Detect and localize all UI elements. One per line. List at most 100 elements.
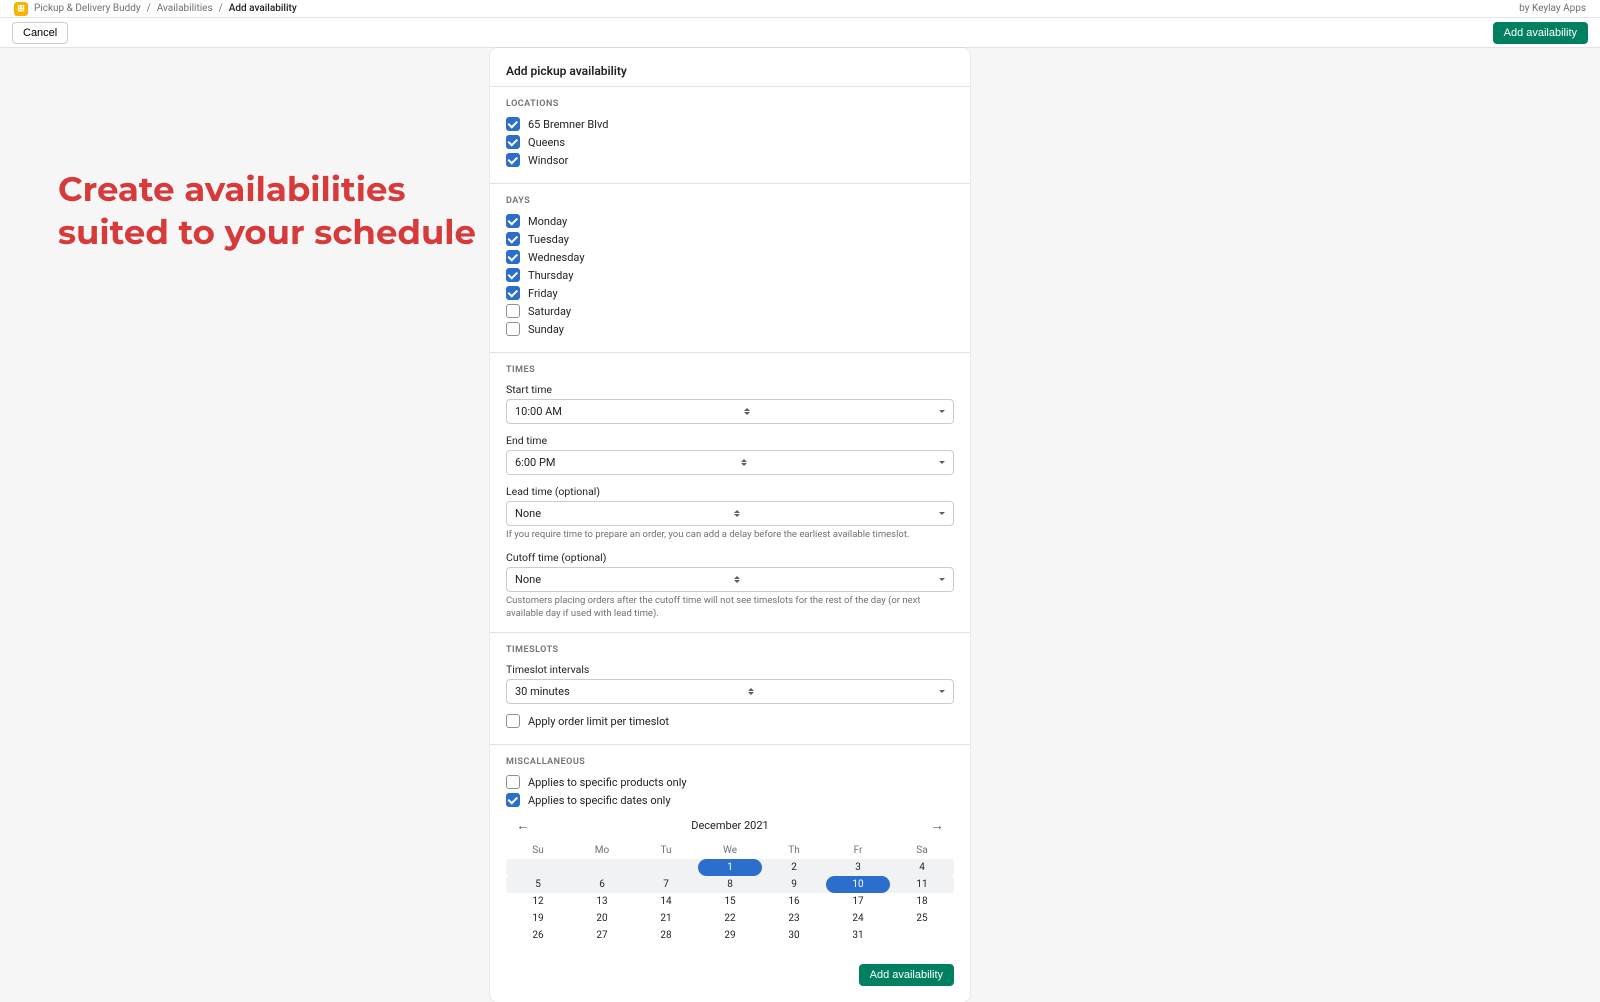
cal-day xyxy=(634,859,698,876)
end-time-select[interactable]: 6:00 PM xyxy=(506,450,954,475)
cutoff-time-help: Customers placing orders after the cutof… xyxy=(506,595,954,620)
location-label: Queens xyxy=(528,136,565,149)
cal-day[interactable]: 24 xyxy=(826,910,890,927)
calendar: ← December 2021 → SuMoTuWeThFrSa12345678… xyxy=(506,815,954,944)
cal-day[interactable]: 19 xyxy=(506,910,570,927)
cal-day[interactable]: 10 xyxy=(826,876,890,893)
start-time-label: Start time xyxy=(506,383,954,396)
day-checkbox[interactable] xyxy=(506,232,520,246)
day-checkbox[interactable] xyxy=(506,304,520,318)
cal-day[interactable]: 20 xyxy=(570,910,634,927)
location-label: 65 Bremner Blvd xyxy=(528,118,608,131)
caret-icon xyxy=(741,459,747,466)
cal-day[interactable]: 3 xyxy=(826,859,890,876)
day-label: Tuesday xyxy=(528,233,569,246)
cal-day[interactable]: 21 xyxy=(634,910,698,927)
cal-day[interactable]: 14 xyxy=(634,893,698,910)
crumb-app[interactable]: Pickup & Delivery Buddy xyxy=(34,3,141,14)
cal-dow: Sa xyxy=(890,842,954,859)
cal-day[interactable]: 4 xyxy=(890,859,954,876)
cal-day[interactable]: 8 xyxy=(698,876,762,893)
specific-dates-label: Applies to specific dates only xyxy=(528,794,671,807)
cal-day[interactable]: 22 xyxy=(698,910,762,927)
cal-day[interactable]: 2 xyxy=(762,859,826,876)
location-label: Windsor xyxy=(528,154,568,167)
cal-next-icon[interactable]: → xyxy=(924,815,950,836)
locations-section: Locations 65 Bremner Blvd Queens Windsor xyxy=(490,86,970,183)
interval-label: Timeslot intervals xyxy=(506,663,954,676)
add-availability-button-bottom[interactable]: Add availability xyxy=(859,964,954,986)
app-icon: ⊞ xyxy=(14,2,28,16)
crumb-availabilities[interactable]: Availabilities xyxy=(157,3,213,14)
timeslots-section: Timeslots Timeslot intervals 30 minutes … xyxy=(490,632,970,744)
day-checkbox[interactable] xyxy=(506,322,520,336)
cal-day[interactable]: 29 xyxy=(698,927,762,944)
cal-day[interactable]: 31 xyxy=(826,927,890,944)
availability-card: Add pickup availability Locations 65 Bre… xyxy=(490,48,970,1002)
cal-day[interactable]: 26 xyxy=(506,927,570,944)
misc-heading: Miscallaneous xyxy=(506,757,954,767)
hero-text: Create availabilities suited to your sch… xyxy=(0,48,490,1002)
cal-day[interactable]: 9 xyxy=(762,876,826,893)
end-time-label: End time xyxy=(506,434,954,447)
location-checkbox[interactable] xyxy=(506,153,520,167)
cal-day[interactable]: 1 xyxy=(698,859,762,876)
cancel-button[interactable]: Cancel xyxy=(12,22,68,44)
vendor-label: by Keylay Apps xyxy=(1519,3,1586,14)
cal-day[interactable]: 5 xyxy=(506,876,570,893)
interval-select[interactable]: 30 minutes xyxy=(506,679,954,704)
lead-time-label: Lead time (optional) xyxy=(506,485,954,498)
times-section: Times Start time 10:00 AM End time 6:00 … xyxy=(490,352,970,632)
cal-dow: Mo xyxy=(570,842,634,859)
specific-products-checkbox[interactable] xyxy=(506,775,520,789)
crumb-current: Add availability xyxy=(229,3,297,14)
cal-day[interactable]: 18 xyxy=(890,893,954,910)
start-time-select[interactable]: 10:00 AM xyxy=(506,399,954,424)
cal-dow: Th xyxy=(762,842,826,859)
cal-day[interactable]: 6 xyxy=(570,876,634,893)
order-limit-checkbox[interactable] xyxy=(506,714,520,728)
cal-day[interactable]: 16 xyxy=(762,893,826,910)
day-checkbox[interactable] xyxy=(506,214,520,228)
location-checkbox[interactable] xyxy=(506,117,520,131)
cal-day xyxy=(890,927,954,944)
cal-day[interactable]: 7 xyxy=(634,876,698,893)
cutoff-time-select[interactable]: None xyxy=(506,567,954,592)
day-label: Thursday xyxy=(528,269,573,282)
days-heading: Days xyxy=(506,196,954,206)
day-checkbox[interactable] xyxy=(506,286,520,300)
cal-day[interactable]: 13 xyxy=(570,893,634,910)
cal-dow: Tu xyxy=(634,842,698,859)
breadcrumb: ⊞ Pickup & Delivery Buddy / Availabiliti… xyxy=(14,2,297,16)
locations-heading: Locations xyxy=(506,99,954,109)
times-heading: Times xyxy=(506,365,954,375)
day-checkbox[interactable] xyxy=(506,250,520,264)
lead-time-select[interactable]: None xyxy=(506,501,954,526)
cal-prev-icon[interactable]: ← xyxy=(510,815,536,836)
day-checkbox[interactable] xyxy=(506,268,520,282)
caret-icon xyxy=(734,576,740,583)
caret-icon xyxy=(744,408,750,415)
day-label: Wednesday xyxy=(528,251,585,264)
cal-dow: Su xyxy=(506,842,570,859)
cal-day[interactable]: 28 xyxy=(634,927,698,944)
cal-dow: We xyxy=(698,842,762,859)
cal-day[interactable]: 30 xyxy=(762,927,826,944)
specific-products-label: Applies to specific products only xyxy=(528,776,687,789)
add-availability-button-top[interactable]: Add availability xyxy=(1493,22,1588,44)
cal-day[interactable]: 27 xyxy=(570,927,634,944)
cal-day[interactable]: 23 xyxy=(762,910,826,927)
cal-day[interactable]: 25 xyxy=(890,910,954,927)
cutoff-time-label: Cutoff time (optional) xyxy=(506,551,954,564)
timeslots-heading: Timeslots xyxy=(506,645,954,655)
specific-dates-checkbox[interactable] xyxy=(506,793,520,807)
days-section: Days MondayTuesdayWednesdayThursdayFrida… xyxy=(490,183,970,352)
cal-day[interactable]: 12 xyxy=(506,893,570,910)
cal-dow: Fr xyxy=(826,842,890,859)
cal-day[interactable]: 17 xyxy=(826,893,890,910)
cal-day[interactable]: 11 xyxy=(890,876,954,893)
location-checkbox[interactable] xyxy=(506,135,520,149)
cal-day[interactable]: 15 xyxy=(698,893,762,910)
cal-title: December 2021 xyxy=(691,819,768,832)
day-label: Sunday xyxy=(528,323,564,336)
